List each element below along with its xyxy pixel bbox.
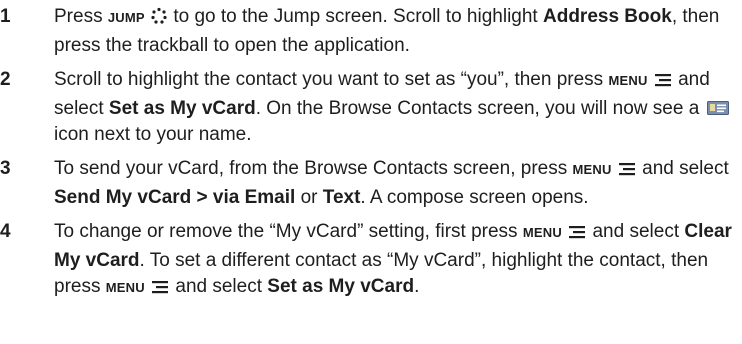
set-as-my-vcard-label: Set as My vCard (108, 98, 256, 119)
jump-icon (150, 7, 168, 33)
step-text: Scroll to highlight the contact you want… (54, 67, 734, 148)
text-label: Text (322, 187, 361, 208)
step-text: Press JUMP to go to the Jump screen. Scr… (54, 6, 720, 56)
menu-icon (653, 70, 673, 96)
menu-icon (150, 277, 170, 303)
jump-key-label: JUMP (107, 10, 145, 25)
instruction-steps: 1 Press JUMP to go to the Jump screen. S… (0, 0, 742, 344)
step-number: 3 (0, 158, 11, 179)
menu-icon (567, 222, 587, 248)
step-1: 1 Press JUMP to go to the Jump screen. S… (0, 4, 742, 59)
menu-key-label: MENU (522, 225, 562, 240)
address-book-label: Address Book (543, 6, 672, 27)
step-number: 1 (0, 6, 11, 27)
menu-icon (617, 159, 637, 185)
menu-key-label: MENU (608, 73, 648, 88)
step-3: 3 To send your vCard, from the Browse Co… (0, 156, 742, 211)
step-2: 2 Scroll to highlight the contact you wa… (0, 67, 742, 148)
step-4: 4 To change or remove the “My vCard” set… (0, 219, 742, 303)
step-number: 4 (0, 221, 11, 242)
step-text: To change or remove the “My vCard” setti… (54, 219, 734, 303)
menu-key-label: MENU (572, 162, 612, 177)
vcard-icon (706, 97, 729, 115)
set-as-my-vcard-label: Set as My vCard (267, 276, 415, 297)
send-my-vcard-label: Send My vCard > via Email (54, 187, 296, 208)
menu-key-label: MENU (105, 280, 145, 295)
step-text: To send your vCard, from the Browse Cont… (54, 158, 729, 208)
step-number: 2 (0, 69, 11, 90)
